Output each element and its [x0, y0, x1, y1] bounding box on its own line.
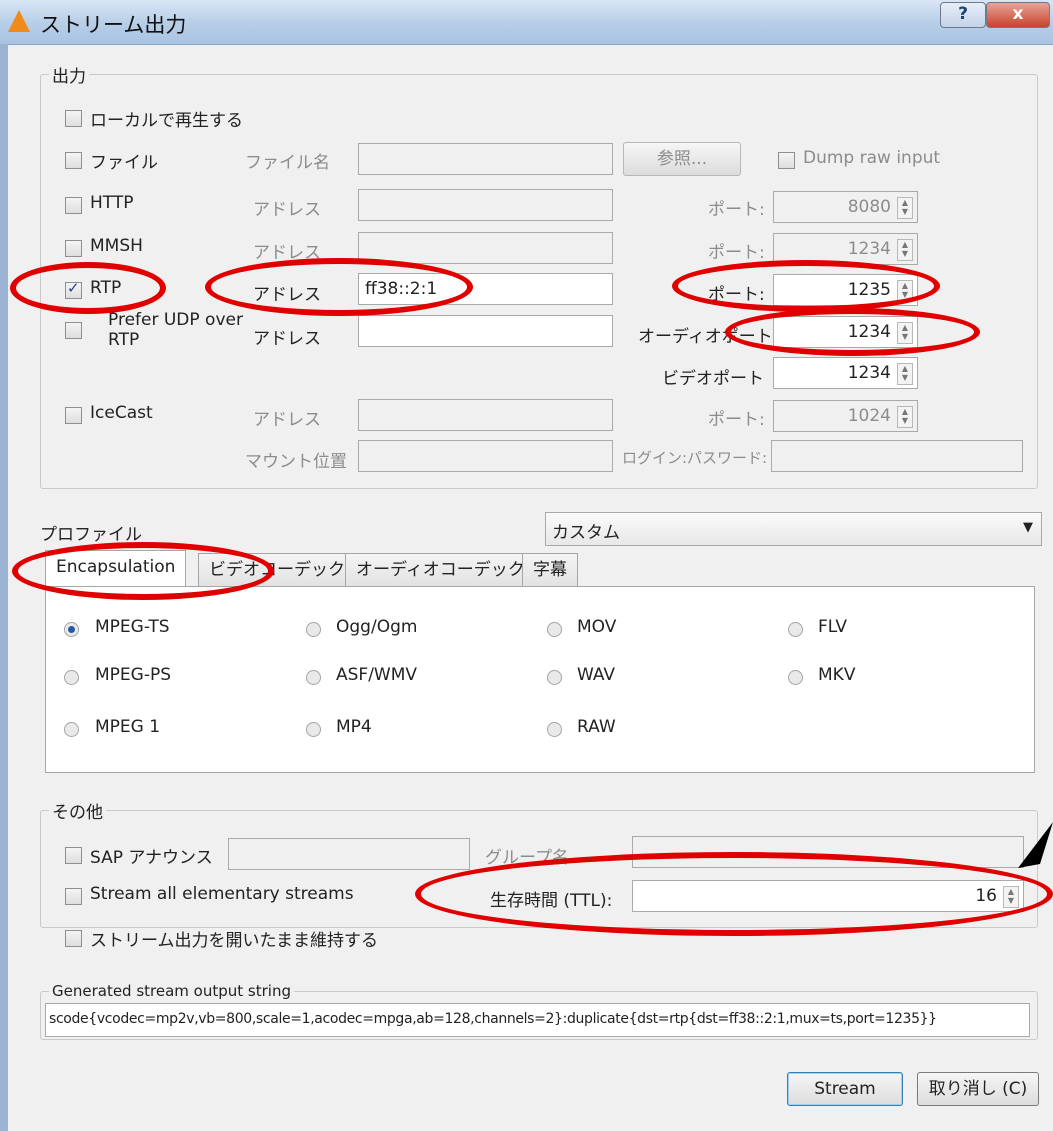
http-port-label: ポート:: [708, 200, 765, 220]
radio-mp4[interactable]: [306, 722, 321, 737]
annotation-arrow-icon: [1018, 822, 1053, 868]
radio-wav[interactable]: [547, 670, 562, 685]
generated-legend: Generated stream output string: [52, 982, 291, 1000]
mmsh-label: MMSH: [90, 236, 143, 256]
radio-mkv[interactable]: [788, 670, 803, 685]
radio-mpeg-ps[interactable]: [64, 670, 79, 685]
radio-mpeg1[interactable]: [64, 722, 79, 737]
stream-all-label: Stream all elementary streams: [90, 884, 354, 904]
generated-string-field[interactable]: scode{vcodec=mp2v,vb=800,scale=1,acodec=…: [45, 1003, 1030, 1037]
radio-ogg[interactable]: [306, 622, 321, 637]
icecast-address-label: アドレス: [253, 410, 321, 430]
tab-subtitles[interactable]: 字幕: [522, 553, 578, 586]
filename-field[interactable]: [358, 143, 613, 175]
mount-label: マウント位置: [245, 452, 347, 472]
prefer-udp-checkbox[interactable]: [65, 322, 82, 339]
window-title: ストリーム出力: [40, 13, 187, 37]
stream-all-checkbox[interactable]: [65, 888, 82, 905]
radio-mov[interactable]: [547, 622, 562, 637]
format-label: ASF/WMV: [336, 665, 418, 685]
vlc-cone-icon: [8, 10, 30, 32]
spin-arrows-icon[interactable]: ▲ ▼: [897, 406, 913, 428]
sap-label: SAP アナウンス: [90, 848, 213, 868]
udp-address-field[interactable]: [358, 315, 613, 347]
format-label: MKV: [818, 665, 856, 685]
icecast-port-spinbox[interactable]: 1024 ▲ ▼: [773, 400, 918, 432]
stream-output-dialog: ストリーム出力 ? x 出力 ローカルで再生する ファイル ファイル名 参照..…: [0, 0, 1053, 1131]
radio-raw[interactable]: [547, 722, 562, 737]
title-bar: ストリーム出力 ? x: [0, 0, 1053, 45]
radio-mpeg-ts[interactable]: [64, 622, 79, 637]
video-port-label: ビデオポート: [662, 369, 764, 389]
icecast-address-field[interactable]: [358, 399, 613, 431]
format-label: FLV: [818, 617, 848, 637]
http-label: HTTP: [90, 193, 134, 213]
video-port-spinbox[interactable]: 1234 ▲ ▼: [773, 357, 918, 389]
format-label: MOV: [577, 617, 617, 637]
format-label: WAV: [577, 665, 616, 685]
local-play-label: ローカルで再生する: [90, 111, 243, 131]
spin-arrows-icon[interactable]: ▲ ▼: [897, 239, 913, 261]
sap-field[interactable]: [228, 838, 470, 870]
prefer-udp-label: Prefer UDP over RTP: [108, 310, 243, 350]
format-label: MPEG-TS: [95, 617, 170, 637]
output-legend: 出力: [52, 67, 86, 87]
dump-raw-checkbox[interactable]: [778, 152, 795, 169]
radio-flv[interactable]: [788, 622, 803, 637]
login-field[interactable]: [771, 440, 1023, 472]
icecast-label: IceCast: [90, 403, 153, 423]
browse-button[interactable]: 参照...: [623, 142, 741, 176]
udp-address-label: アドレス: [253, 329, 321, 349]
spin-arrows-icon[interactable]: ▲ ▼: [897, 363, 913, 385]
http-address-label: アドレス: [253, 200, 321, 220]
annotation-circle-audio-port: [725, 308, 980, 356]
filename-label: ファイル名: [245, 153, 330, 173]
annotation-circle-ttl: [415, 852, 1053, 936]
dump-raw-label: Dump raw input: [803, 148, 941, 168]
icecast-checkbox[interactable]: [65, 407, 82, 424]
file-checkbox[interactable]: [65, 152, 82, 169]
mount-field[interactable]: [358, 440, 613, 472]
chevron-down-icon: ▼: [1023, 520, 1033, 535]
encapsulation-panel: [45, 586, 1035, 773]
annotation-circle-address: [205, 258, 473, 316]
format-label: MPEG-PS: [95, 665, 172, 685]
http-checkbox[interactable]: [65, 197, 82, 214]
profile-select[interactable]: カスタム ▼: [545, 512, 1042, 546]
format-label: Ogg/Ogm: [336, 617, 418, 637]
login-label: ログイン:パスワード:: [622, 449, 768, 467]
radio-asf-wmv[interactable]: [306, 670, 321, 685]
keep-open-label: ストリーム出力を開いたまま維持する: [90, 931, 378, 951]
help-button[interactable]: ?: [940, 2, 986, 28]
format-label: MP4: [336, 717, 372, 737]
cancel-button[interactable]: 取り消し (C): [917, 1072, 1039, 1106]
window-border: [0, 44, 8, 1131]
format-label: MPEG 1: [95, 717, 161, 737]
stream-button[interactable]: Stream: [787, 1072, 903, 1106]
file-label: ファイル: [90, 153, 158, 173]
annotation-circle-rtp: [10, 262, 166, 314]
format-label: RAW: [577, 717, 616, 737]
http-port-spinbox[interactable]: 8080 ▲ ▼: [773, 191, 918, 223]
keep-open-checkbox[interactable]: [65, 930, 82, 947]
sap-checkbox[interactable]: [65, 847, 82, 864]
close-button[interactable]: x: [986, 2, 1050, 28]
annotation-circle-port: [672, 260, 940, 312]
local-play-checkbox[interactable]: [65, 110, 82, 127]
http-address-field[interactable]: [358, 189, 613, 221]
annotation-circle-encapsulation: [12, 542, 274, 600]
tab-audio-codec[interactable]: オーディオコーデック: [345, 553, 536, 586]
misc-legend: その他: [52, 803, 103, 823]
icecast-port-label: ポート:: [708, 410, 765, 430]
mmsh-port-label: ポート:: [708, 243, 765, 263]
spin-arrows-icon[interactable]: ▲ ▼: [897, 197, 913, 219]
mmsh-address-field[interactable]: [358, 232, 613, 264]
mmsh-checkbox[interactable]: [65, 240, 82, 257]
